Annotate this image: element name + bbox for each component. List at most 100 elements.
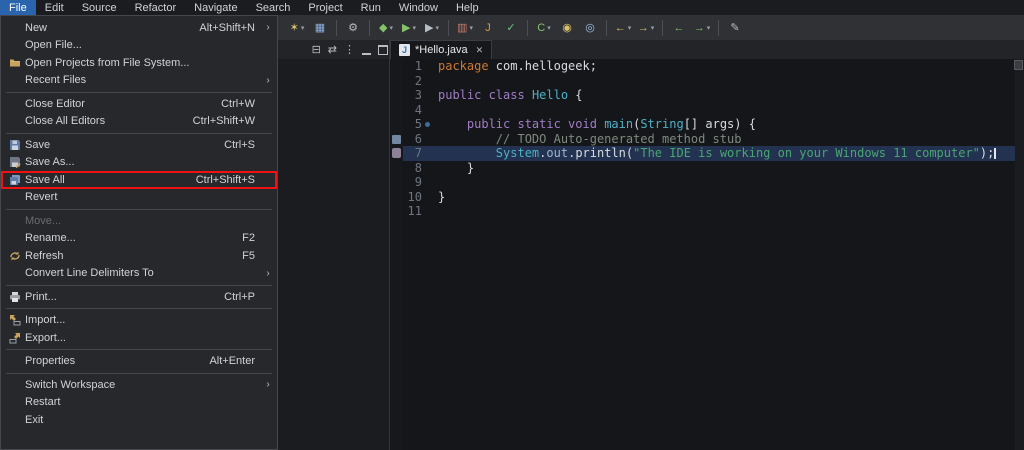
- coverage-icon[interactable]: ▥▾: [454, 18, 476, 38]
- menu-item-save[interactable]: SaveCtrl+S: [1, 136, 277, 154]
- code-line[interactable]: // TODO Auto-generated method stub: [438, 132, 1014, 147]
- menubar-item-refactor[interactable]: Refactor: [126, 0, 186, 15]
- menu-item-open-projects-from-file-system[interactable]: Open Projects from File System...: [1, 54, 277, 72]
- run-icon[interactable]: ▶▾: [398, 18, 420, 38]
- code-token: [438, 146, 496, 160]
- open-type-icon[interactable]: ◉: [556, 18, 578, 38]
- menu-item-print[interactable]: Print...Ctrl+P: [1, 288, 277, 306]
- debug-icon[interactable]: ◆▾: [375, 18, 397, 38]
- code-line[interactable]: package com.hellogeek;: [438, 59, 1014, 74]
- link-with-editor-icon[interactable]: ⇄: [328, 43, 337, 56]
- line-number[interactable]: 3: [403, 88, 430, 103]
- menubar-item-window[interactable]: Window: [390, 0, 447, 15]
- new-wizard-icon[interactable]: ✶▾: [286, 18, 308, 38]
- view-menu-icon[interactable]: ⋮: [344, 43, 355, 56]
- menu-item-label: Convert Line Delimiters To: [25, 267, 154, 279]
- menubar-item-navigate[interactable]: Navigate: [185, 0, 246, 15]
- menu-item-convert-line-delimiters-to[interactable]: Convert Line Delimiters To›: [1, 265, 277, 283]
- dropdown-arrow-icon[interactable]: ▾: [707, 24, 711, 32]
- line-number[interactable]: 11: [403, 204, 430, 219]
- menubar-item-search[interactable]: Search: [247, 0, 300, 15]
- menu-item-revert[interactable]: Revert: [1, 189, 277, 207]
- line-number[interactable]: 2: [403, 74, 430, 89]
- menubar-item-help[interactable]: Help: [447, 0, 488, 15]
- menubar-item-edit[interactable]: Edit: [36, 0, 73, 15]
- forward-icon[interactable]: →▾: [635, 18, 657, 38]
- line-number[interactable]: 5: [403, 117, 430, 132]
- dropdown-arrow-icon[interactable]: ▾: [301, 24, 305, 32]
- dropdown-arrow-icon[interactable]: ▾: [389, 24, 393, 32]
- dropdown-arrow-icon[interactable]: ▾: [651, 24, 655, 32]
- annotation-ruler[interactable]: [390, 59, 403, 450]
- menu-item-rename[interactable]: Rename...F2: [1, 230, 277, 248]
- menu-item-close-all-editors[interactable]: Close All EditorsCtrl+Shift+W: [1, 113, 277, 131]
- line-number[interactable]: 9: [403, 175, 430, 190]
- code-line[interactable]: [438, 103, 1014, 118]
- code-area[interactable]: package com.hellogeek; public class Hello…: [438, 59, 1014, 219]
- collapse-all-icon[interactable]: ⊟: [312, 43, 321, 56]
- dropdown-arrow-icon[interactable]: ▾: [469, 24, 473, 32]
- line-number[interactable]: 6: [403, 132, 430, 147]
- next-edit-location-icon[interactable]: →▾: [691, 18, 713, 38]
- editor-tab-hello-java[interactable]: J *Hello.java ✕: [390, 40, 492, 59]
- occurrence-marker-icon[interactable]: [392, 148, 401, 158]
- menu-item-recent-files[interactable]: Recent Files›: [1, 72, 277, 90]
- code-line[interactable]: public static void main(String[] args) {: [438, 117, 1014, 132]
- menubar-item-run[interactable]: Run: [352, 0, 390, 15]
- maximize-view-icon[interactable]: [378, 45, 388, 55]
- dropdown-arrow-icon[interactable]: ▾: [628, 24, 632, 32]
- search-icon: ◎: [585, 21, 595, 34]
- code-line[interactable]: }: [438, 190, 1014, 205]
- back-icon[interactable]: ←▾: [612, 18, 634, 38]
- code-line[interactable]: System.out.println("The IDE is working o…: [438, 146, 1014, 161]
- menubar-item-source[interactable]: Source: [73, 0, 126, 15]
- minimize-view-icon[interactable]: [362, 45, 371, 55]
- code-line[interactable]: }: [438, 161, 1014, 176]
- java-application-icon[interactable]: J: [477, 18, 499, 38]
- line-number[interactable]: 7: [403, 146, 430, 161]
- menu-item-save-as[interactable]: Save As...: [1, 154, 277, 172]
- menu-item-switch-workspace[interactable]: Switch Workspace›: [1, 376, 277, 394]
- last-edit-location-icon[interactable]: ←: [668, 18, 690, 38]
- task-marker-icon[interactable]: [392, 135, 401, 144]
- close-tab-icon[interactable]: ✕: [476, 45, 484, 56]
- overview-ruler[interactable]: [1015, 59, 1024, 450]
- dropdown-arrow-icon[interactable]: ▾: [547, 24, 551, 32]
- code-line[interactable]: [438, 175, 1014, 190]
- menu-item-import[interactable]: Import...: [1, 312, 277, 330]
- menubar-item-project[interactable]: Project: [299, 0, 351, 15]
- run-marker-icon[interactable]: [425, 122, 430, 127]
- menu-item-label: Rename...: [25, 232, 76, 244]
- line-number[interactable]: 10: [403, 190, 430, 205]
- dropdown-arrow-icon[interactable]: ▾: [412, 24, 416, 32]
- menu-item-export[interactable]: Export...: [1, 329, 277, 347]
- junit-icon[interactable]: ✓: [500, 18, 522, 38]
- menu-item-label: Export...: [25, 332, 66, 344]
- external-tools-icon[interactable]: ▶▾: [421, 18, 443, 38]
- menubar-item-file[interactable]: File: [0, 0, 36, 15]
- line-number-gutter[interactable]: 1234567891011: [403, 59, 430, 219]
- annotation-icon[interactable]: ✎: [724, 18, 746, 38]
- search-icon[interactable]: ◎: [579, 18, 601, 38]
- menu-item-restart[interactable]: Restart: [1, 394, 277, 412]
- new-java-class-icon[interactable]: C▾: [533, 18, 555, 38]
- menu-item-exit[interactable]: Exit: [1, 411, 277, 429]
- menu-item-close-editor[interactable]: Close EditorCtrl+W: [1, 95, 277, 113]
- code-editor[interactable]: 1234567891011 package com.hellogeek; publ…: [390, 59, 1024, 450]
- menu-item-save-all[interactable]: Save AllCtrl+Shift+S: [1, 171, 277, 189]
- line-number[interactable]: 8: [403, 161, 430, 176]
- save-all-icon[interactable]: ▦: [309, 18, 331, 38]
- line-number[interactable]: 1: [403, 59, 430, 74]
- build-all-icon[interactable]: ⚙: [342, 18, 364, 38]
- overview-ruler-header-icon[interactable]: [1014, 60, 1023, 70]
- dropdown-arrow-icon[interactable]: ▾: [435, 24, 439, 32]
- panel-divider[interactable]: [389, 40, 390, 450]
- code-line[interactable]: public class Hello {: [438, 88, 1014, 103]
- menu-item-properties[interactable]: PropertiesAlt+Enter: [1, 353, 277, 371]
- menu-item-new[interactable]: NewAlt+Shift+N›: [1, 19, 277, 37]
- code-line[interactable]: [438, 74, 1014, 89]
- code-line[interactable]: [438, 204, 1014, 219]
- menu-item-refresh[interactable]: RefreshF5: [1, 247, 277, 265]
- menu-item-open-file[interactable]: Open File...: [1, 37, 277, 55]
- line-number[interactable]: 4: [403, 103, 430, 118]
